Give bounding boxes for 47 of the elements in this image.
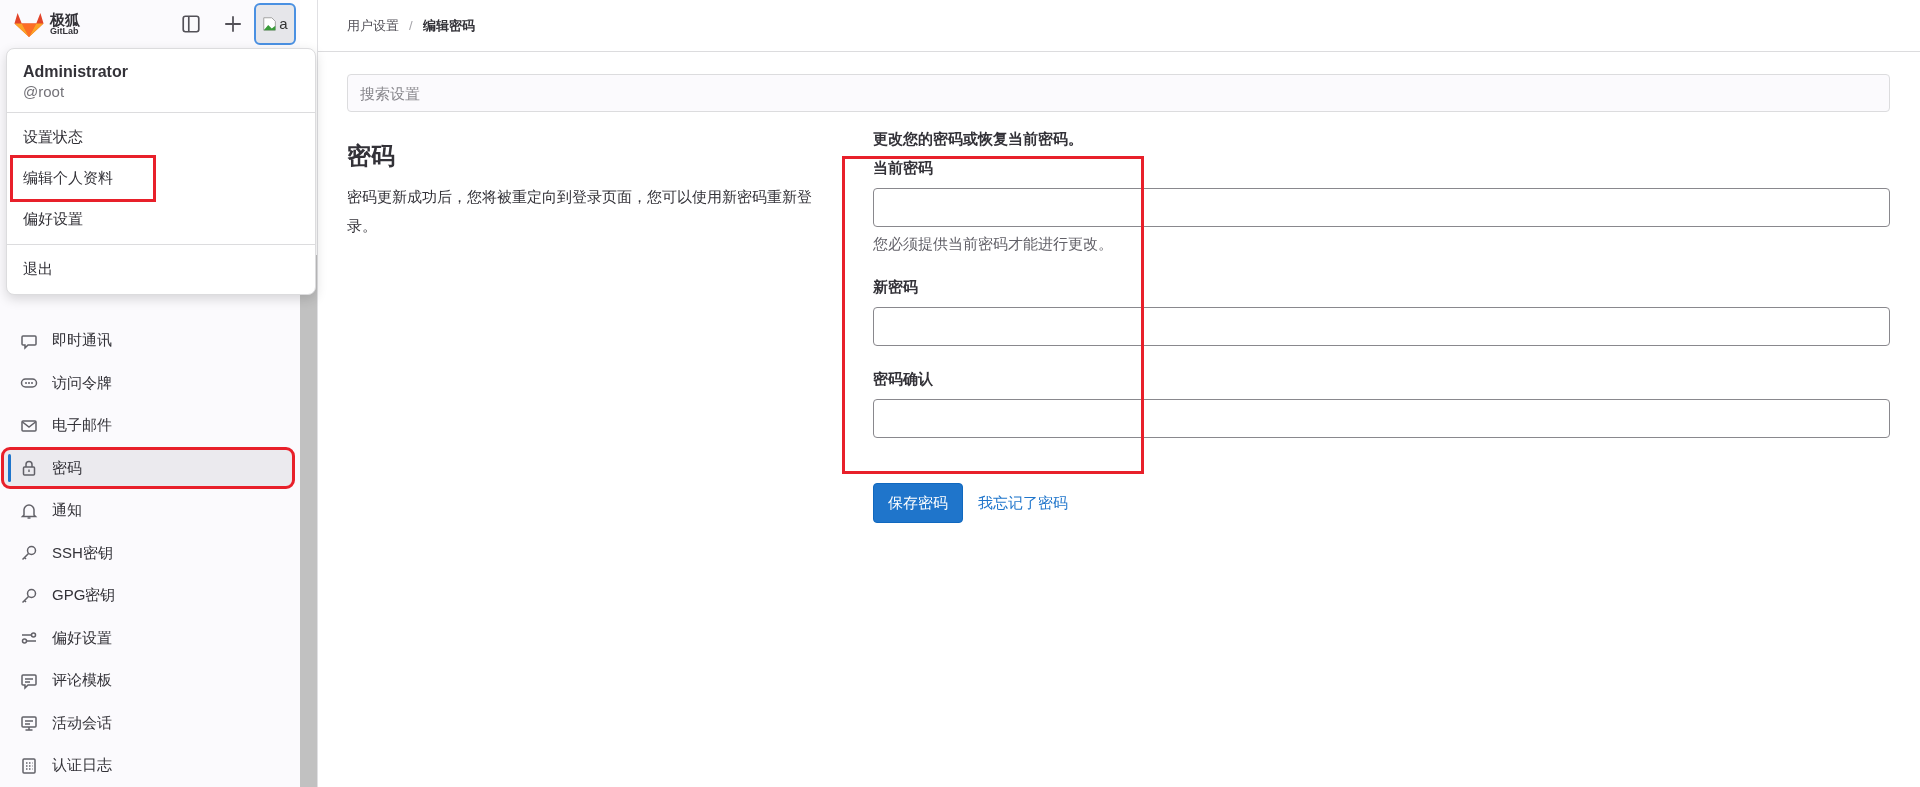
menu-item[interactable]: 偏好设置	[13, 199, 123, 240]
scrollbar[interactable]	[300, 255, 317, 787]
monitor-icon	[20, 714, 38, 733]
form-heading: 更改您的密码或恢复当前密码。	[873, 130, 1084, 149]
sidebar-item[interactable]: 通知	[4, 492, 292, 529]
breadcrumb-current: 编辑密码	[422, 16, 475, 35]
section-description: 密码更新成功后，您将被重定向到登录页面，您可以使用新密码重新登录。	[347, 187, 813, 236]
sidebar-item[interactable]: 评论模板	[4, 662, 292, 699]
comment-icon	[20, 671, 38, 690]
forgot-password-link[interactable]: 我忘记了密码	[978, 493, 1068, 513]
section-title: 密码	[347, 141, 396, 171]
plus-icon[interactable]	[223, 13, 243, 34]
document-grid-icon	[20, 756, 38, 775]
sidebar-item[interactable]: 即时通讯	[4, 322, 292, 359]
brand-subtitle: GitLab	[50, 26, 79, 36]
user-handle: @root	[23, 83, 66, 100]
sidebar-item[interactable]: 访问令牌	[4, 365, 292, 402]
avatar-button[interactable]: a	[254, 2, 296, 45]
sidebar-item[interactable]: 偏好设置	[4, 620, 292, 657]
broken-image-icon	[262, 15, 279, 32]
save-button[interactable]: 保存密码	[873, 483, 963, 523]
sidebar-item[interactable]: SSH密钥	[4, 535, 292, 572]
menu-item[interactable]: 设置状态	[13, 117, 123, 158]
breadcrumb-link[interactable]: 用户设置	[347, 16, 399, 35]
brand-name: 极狐	[50, 11, 80, 27]
sidebar-item[interactable]: GPG密钥	[4, 577, 292, 614]
bell-icon	[20, 501, 38, 520]
key-icon	[20, 586, 38, 605]
sidebar-item[interactable]: 电子邮件	[4, 407, 292, 444]
field-label: 密码确认	[873, 370, 934, 389]
field-label: 当前密码	[873, 159, 934, 178]
search-field[interactable]: 搜索设置	[347, 74, 1890, 112]
menu-item[interactable]: 退出	[13, 249, 93, 290]
password-field[interactable]	[873, 188, 1890, 227]
sidebar-toggle-icon[interactable]	[181, 13, 201, 34]
password-field[interactable]	[873, 307, 1890, 346]
breadcrumb-separator: /	[409, 18, 413, 33]
key-icon	[20, 544, 38, 563]
sidebar-item[interactable]: 密码	[4, 450, 292, 487]
menu-item[interactable]: 编辑个人资料	[13, 158, 153, 199]
field-label: 新密码	[873, 278, 919, 297]
lock-icon	[20, 459, 38, 478]
user-name: Administrator	[23, 63, 129, 81]
password-field[interactable]	[873, 399, 1890, 438]
sidebar-item[interactable]: 认证日志	[4, 747, 292, 784]
sidebar-item[interactable]: 活动会话	[4, 705, 292, 742]
help-text: 您必须提供当前密码才能进行更改。	[873, 235, 1114, 254]
